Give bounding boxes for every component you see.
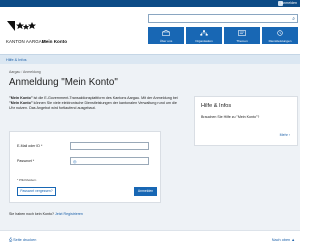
intro-bold-2: "Mein Konto" [9, 101, 33, 106]
login-link[interactable]: Anmelden [281, 1, 297, 5]
main-navigation: Über uns Organisation Themen Dienstleist… [148, 27, 298, 44]
main-content: Aargau / Anmeldung Anmeldung "Mein Konto… [0, 64, 300, 230]
login-form: E-Mail oder ID * Passwort * ◎ * Pflichtf… [9, 131, 161, 203]
print-page-link[interactable]: ⎙ Seite drucken [9, 238, 36, 242]
nav-label: Dienstleistungen [268, 38, 292, 43]
breadcrumb-home[interactable]: Aargau [9, 70, 20, 74]
email-label: E-Mail oder ID * [17, 144, 43, 148]
breadcrumb-current: Anmeldung [23, 69, 41, 74]
help-link[interactable]: Hilfe & Infos [6, 58, 26, 62]
nav-themen[interactable]: Themen [224, 27, 260, 44]
brand-title[interactable]: Mein Konto [42, 39, 67, 44]
print-label: Seite drucken [13, 238, 37, 242]
intro-part-1: ist die E-Government-Transaktionsplattfo… [32, 96, 178, 100]
logo-text: KANTON AARGAU [6, 38, 46, 44]
nav-organisation[interactable]: Organisation [186, 27, 222, 44]
chevron-right-icon: › [288, 133, 290, 137]
help-info-title: Hilfe & Infos [201, 103, 232, 109]
no-account-text: Sie haben noch kein Konto? Jetzt Registr… [9, 212, 83, 216]
arrow-up-icon: ▲ [291, 238, 295, 242]
register-link[interactable]: Jetzt Registrieren [55, 212, 83, 216]
show-password-icon[interactable]: ◎ [73, 159, 77, 165]
organisation-icon [200, 30, 208, 36]
page-title: Anmeldung "Mein Konto" [9, 77, 118, 88]
login-button[interactable]: Anmelden [134, 187, 157, 196]
nav-dienstleistungen[interactable]: Dienstleistungen [262, 27, 298, 44]
to-top-label: Nach oben [271, 238, 291, 242]
intro-bold: "Mein Konto" [9, 96, 33, 100]
printer-icon: ⎙ [9, 238, 13, 242]
footer: ⎙ Seite drucken Nach oben ▲ [0, 230, 300, 250]
password-field[interactable]: ◎ [70, 157, 149, 165]
email-field[interactable] [70, 142, 149, 150]
back-to-top-link[interactable]: Nach oben ▲ [272, 238, 295, 242]
top-bar: Anmelden [0, 0, 300, 7]
intro-part-2: können Sie viele elektronische Dienstlei… [9, 101, 177, 111]
nav-ueber-uns[interactable]: Über uns [148, 27, 184, 44]
help-more-link[interactable]: Mehr › [280, 133, 290, 137]
help-more-label: Mehr [279, 133, 288, 137]
breadcrumb: Aargau / Anmeldung [9, 70, 41, 74]
institution-icon [162, 30, 170, 36]
required-note: * Pflichtfeldern [17, 178, 37, 182]
forgot-password-button[interactable]: Passwort vergessen? [17, 187, 56, 196]
services-icon [277, 30, 283, 36]
nav-label: Über uns [159, 38, 173, 43]
password-label: Passwort * [17, 159, 35, 163]
search-icon[interactable]: ⌕ [292, 16, 295, 22]
intro-text: "Mein Konto" ist die E-Government-Transa… [9, 96, 179, 112]
help-info-text: Brauchen Sie Hilfe zu "Mein Konto"? [201, 115, 260, 119]
kanton-aargau-logo[interactable] [6, 20, 36, 32]
nav-label: Themen [236, 38, 248, 43]
nav-label: Organisation [195, 38, 213, 43]
search-input[interactable]: ⌕ [148, 14, 298, 23]
help-band: Hilfe & Infos [0, 54, 300, 64]
no-account-label: Sie haben noch kein Konto? [9, 211, 54, 216]
help-info-box: Hilfe & Infos Brauchen Sie Hilfe zu "Mei… [194, 96, 298, 146]
topics-icon [238, 30, 246, 36]
